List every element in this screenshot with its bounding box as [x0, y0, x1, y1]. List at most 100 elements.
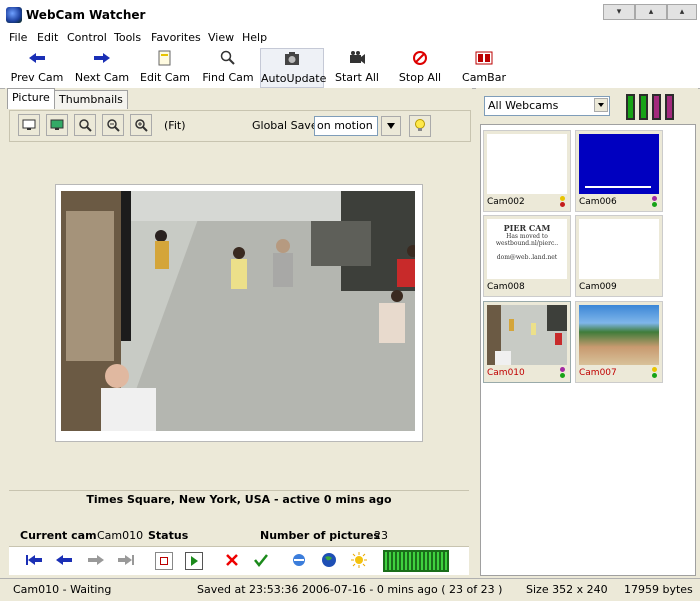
menu-bar: File Edit Control Tools Favorites View H… [0, 28, 700, 48]
meter-bar [413, 552, 415, 570]
checkmark-icon[interactable] [253, 552, 269, 571]
magnifier-icon [200, 48, 256, 68]
auto-update-button[interactable]: AutoUpdate [260, 48, 327, 88]
monitor-full-icon[interactable] [46, 114, 68, 136]
num-pictures-value: 23 [374, 529, 388, 542]
thumbnail-text-line: Has moved to [506, 233, 548, 240]
next-cam-button[interactable]: Next Cam [72, 48, 132, 88]
play-update-icon[interactable] [185, 552, 203, 570]
thumbnail-image: PIER CAM Has moved to westbound.nl/pierc… [487, 219, 567, 279]
prev-picture-icon[interactable] [55, 553, 73, 570]
thumbnail-text-line: dom@web..land.net [496, 254, 558, 261]
thumbnail-cam009[interactable]: Cam009 [575, 215, 663, 297]
menu-edit[interactable]: Edit [37, 31, 58, 44]
cambar-icon [458, 48, 510, 68]
menu-file[interactable]: File [9, 31, 27, 44]
close-button[interactable]: ▴ [667, 4, 697, 20]
meter-bar [445, 552, 447, 570]
last-picture-icon[interactable] [117, 553, 135, 570]
thumbnail-text-line: PIER CAM [503, 223, 551, 233]
picture-size-text: Size 352 x 240 [526, 583, 608, 596]
meter-bar [437, 552, 439, 570]
delete-icon[interactable] [225, 553, 239, 570]
minimize-button[interactable]: ▾ [603, 4, 635, 20]
thumbnail-text-line [487, 247, 567, 254]
zoom-icon[interactable] [74, 114, 96, 136]
menu-help[interactable]: Help [242, 31, 267, 44]
thumbnail-image [487, 305, 567, 365]
auto-update-label: AutoUpdate [261, 72, 327, 85]
meter-bar [405, 552, 407, 570]
webcam-filter-select[interactable]: All Webcams [484, 96, 610, 116]
thumbnail-name: Cam009 [579, 282, 617, 292]
first-picture-icon[interactable] [25, 553, 43, 570]
fit-label: (Fit) [164, 119, 186, 132]
menu-view[interactable]: View [208, 31, 234, 44]
thumbnail-image [487, 134, 567, 194]
cambar-button[interactable]: CamBar [458, 48, 510, 88]
meter-bar [433, 552, 435, 570]
webcam-picture [61, 191, 415, 431]
stop-update-icon[interactable] [155, 552, 173, 570]
find-cam-label: Find Cam [202, 71, 254, 84]
thumbnail-name: Cam002 [487, 197, 525, 207]
stop-icon [396, 48, 444, 68]
thumbnail-cam006[interactable]: Cam006 [575, 130, 663, 212]
next-cam-label: Next Cam [74, 71, 130, 84]
global-save-label: Global Save [252, 119, 318, 132]
meter-bar [421, 552, 423, 570]
global-save-dropdown-button[interactable] [381, 116, 401, 136]
lightbulb-icon[interactable] [409, 115, 431, 137]
prev-cam-button[interactable]: Prev Cam [6, 48, 68, 88]
global-save-field[interactable]: on motion [314, 116, 378, 136]
picture-toolbar: (Fit) Global Save on motion [9, 110, 471, 142]
main-toolbar: Prev Cam Next Cam Edit Cam Find Cam Auto… [0, 48, 700, 89]
menu-control[interactable]: Control [67, 31, 107, 44]
tab-thumbnails[interactable]: Thumbnails [54, 90, 128, 109]
menu-favorites[interactable]: Favorites [151, 31, 201, 44]
right-pane: All Webcams Cam002 Cam006 PIER CAM Has m… [476, 88, 698, 576]
menu-tools[interactable]: Tools [114, 31, 141, 44]
meter-bar [441, 552, 443, 570]
sun-icon[interactable] [351, 552, 367, 571]
thumbnail-image [579, 134, 659, 194]
title-bar: WebCam Watcher ▾ ▴ ▴ [0, 0, 700, 28]
thumbnail-cam002[interactable]: Cam002 [483, 130, 571, 212]
start-all-label: Start All [334, 71, 379, 84]
thumbnail-cam008[interactable]: PIER CAM Has moved to westbound.nl/pierc… [483, 215, 571, 297]
thumbnail-name: Cam008 [487, 282, 525, 292]
internet-explorer-icon[interactable] [291, 552, 307, 571]
camera-icon [332, 48, 382, 68]
signal-meter [626, 94, 674, 120]
edit-cam-button[interactable]: Edit Cam [138, 48, 192, 88]
meter-bar [409, 552, 411, 570]
thumbnail-cam007[interactable]: Cam007 [575, 301, 663, 383]
maximize-button[interactable]: ▴ [635, 4, 667, 20]
meter-bar [417, 552, 419, 570]
edit-page-icon [138, 48, 192, 68]
start-all-button[interactable]: Start All [332, 48, 382, 88]
thumbnail-cam010[interactable]: Cam010 [483, 301, 571, 383]
zoom-out-icon[interactable] [102, 114, 124, 136]
meter-bar [397, 552, 399, 570]
chevron-down-icon[interactable] [594, 98, 608, 112]
monitor-icon[interactable] [18, 114, 40, 136]
edit-cam-label: Edit Cam [140, 71, 190, 84]
global-save-value: on motion [317, 119, 373, 132]
left-pane: Picture Thumbnails (Fit) Global Save on … [5, 88, 472, 576]
thumbnail-name: Cam007 [579, 368, 617, 378]
thumbnail-text-line: westbound.nl/pierc.. [495, 240, 559, 247]
find-cam-button[interactable]: Find Cam [200, 48, 256, 88]
arrow-left-icon [6, 48, 68, 68]
globe-icon[interactable] [321, 552, 337, 571]
next-picture-icon[interactable] [87, 553, 105, 570]
stop-all-label: Stop All [398, 71, 442, 84]
status-dots [560, 367, 566, 379]
status-bar: Cam010 - Waiting Saved at 23:53:36 2006-… [0, 578, 700, 601]
stop-all-button[interactable]: Stop All [396, 48, 444, 88]
tab-picture[interactable]: Picture [7, 88, 55, 109]
current-cam-label: Current cam [20, 529, 97, 542]
webcam-picture-frame [55, 184, 423, 442]
webcam-filter-value: All Webcams [488, 99, 559, 112]
zoom-in-icon[interactable] [130, 114, 152, 136]
